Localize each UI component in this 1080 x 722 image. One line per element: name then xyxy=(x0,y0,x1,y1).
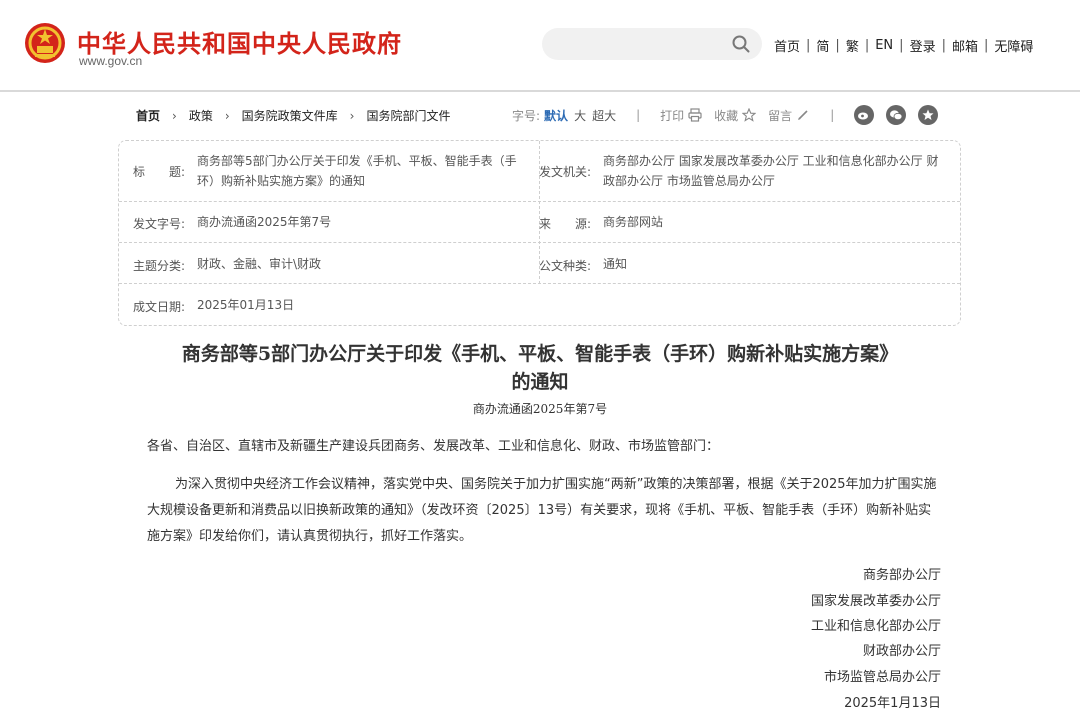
meta-title-value: 商务部等5部门办公厅关于印发《手机、平板、智能手表（手环）购新补贴实施方案》的通… xyxy=(197,154,517,188)
pencil-icon xyxy=(798,110,808,120)
separator: | xyxy=(899,38,904,53)
signatory: 商务部办公厅 xyxy=(862,568,941,583)
breadcrumb-policy[interactable]: 政策 xyxy=(189,107,213,124)
separator: | xyxy=(864,38,870,53)
link-home[interactable]: 首页 xyxy=(774,36,800,55)
breadcrumb-policy-library[interactable]: 国务院政策文件库 xyxy=(242,107,338,124)
wechat-icon[interactable] xyxy=(886,105,907,125)
separator: | xyxy=(941,38,946,53)
article-body: 为深入贯彻中央经济工作会议精神，落实党中央、国务院关于加力扩围实施“两新”政策的… xyxy=(147,477,937,544)
meta-issuer-value: 商务部办公厅 国家发展改革委办公厅 工业和信息化部办公厅 财政部办公厅 市场监管… xyxy=(603,154,939,188)
link-mail[interactable]: 邮箱 xyxy=(952,36,978,55)
signatory: 国家发展改革委办公厅 xyxy=(810,594,941,609)
signatory: 财政部办公厅 xyxy=(862,644,941,659)
meta-issuer-label: 发文机关: xyxy=(539,165,592,179)
comment-label: 留言 xyxy=(768,108,793,123)
meta-row-title: 标 题: 商务部等5部门办公厅关于印发《手机、平板、智能手表（手环）购新补贴实施… xyxy=(119,141,960,202)
site-header: 中华人民共和国中央人民政府 www.gov.cn 首页 | 简 | 繁 | EN… xyxy=(0,0,1080,92)
meta-docno-label: 发文字号: xyxy=(133,217,186,231)
font-size-default[interactable]: 默认 xyxy=(544,107,568,124)
article-title-line2: 的通知 xyxy=(511,371,569,393)
sign-date: 2025年1月13日 xyxy=(844,696,941,711)
divider: | xyxy=(830,108,835,122)
meta-kind-label: 公文种类: xyxy=(539,259,592,273)
font-size-xlarge[interactable]: 超大 xyxy=(592,107,616,124)
meta-topic-label: 主题分类: xyxy=(133,259,186,273)
link-english[interactable]: EN xyxy=(875,38,893,53)
breadcrumb-home[interactable]: 首页 xyxy=(136,107,160,124)
document-metadata: 标 题: 商务部等5部门办公厅关于印发《手机、平板、智能手表（手环）购新补贴实施… xyxy=(118,140,961,326)
search-icon[interactable] xyxy=(732,35,750,53)
link-traditional[interactable]: 繁 xyxy=(846,36,859,55)
meta-row-date: 成文日期: 2025年01月13日 xyxy=(119,284,960,325)
signatory: 工业和信息化部办公厅 xyxy=(810,619,941,634)
site-url: www.gov.cn xyxy=(79,54,143,68)
star-icon xyxy=(742,108,757,122)
meta-title-label: 标 题: xyxy=(133,165,186,179)
font-size-large[interactable]: 大 xyxy=(574,107,586,124)
article-toolbar: 字号: 默认 大 超大 | 打印 收藏 留言 | xyxy=(512,104,950,126)
separator: | xyxy=(983,38,989,53)
article-title-line1: 商务部等5部门办公厅关于印发《手机、平板、智能手表（手环）购新补贴实施方案》 xyxy=(181,343,899,365)
article-doc-number: 商办流通函2025年第7号 xyxy=(472,402,608,416)
meta-date-value: 2025年01月13日 xyxy=(197,298,295,312)
chevron-right-icon: › xyxy=(172,108,177,123)
divider: | xyxy=(636,108,641,122)
meta-kind-value: 通知 xyxy=(603,257,628,271)
favorite-label: 收藏 xyxy=(714,108,739,123)
favorite-button[interactable]: 收藏 xyxy=(714,107,757,124)
meta-source-label: 来 源: xyxy=(539,217,592,231)
print-button[interactable]: 打印 xyxy=(660,107,702,124)
link-accessibility[interactable]: 无障碍 xyxy=(994,36,1033,55)
article-title: 商务部等5部门办公厅关于印发《手机、平板、智能手表（手环）购新补贴实施方案》 的… xyxy=(130,340,950,396)
search-input[interactable] xyxy=(542,28,762,60)
separator: | xyxy=(806,38,811,53)
comment-button[interactable]: 留言 xyxy=(768,107,810,124)
meta-topic-value: 财政、金融、审计\财政 xyxy=(197,257,322,271)
link-login[interactable]: 登录 xyxy=(910,36,936,55)
national-emblem-icon[interactable] xyxy=(24,22,66,64)
breadcrumb: 首页 › 政策 › 国务院政策文件库 › 国务院部门文件 xyxy=(136,107,451,124)
signatory: 市场监管总局办公厅 xyxy=(823,670,941,685)
chevron-right-icon: › xyxy=(349,108,355,123)
header-divider xyxy=(0,90,1080,92)
meta-date-label: 成文日期: xyxy=(133,300,186,314)
meta-docno-value: 商办流通函2025年第7号 xyxy=(197,215,332,229)
link-simplified[interactable]: 简 xyxy=(816,36,829,55)
separator: | xyxy=(835,38,840,53)
printer-icon xyxy=(688,108,702,122)
chevron-right-icon: › xyxy=(224,108,230,123)
favorites-icon[interactable] xyxy=(918,105,939,125)
weibo-icon[interactable] xyxy=(854,105,875,125)
article-salutation: 各省、自治区、直辖市及新疆生产建设兵团商务、发展改革、工业和信息化、财政、市场监… xyxy=(147,439,720,454)
meta-row-topic: 主题分类: 财政、金融、审计\财政 公文种类: 通知 xyxy=(119,243,960,284)
print-label: 打印 xyxy=(660,108,685,123)
top-links: 首页 | 简 | 繁 | EN | 登录 | 邮箱 | 无障碍 xyxy=(774,36,1033,55)
font-size-label: 字号: xyxy=(512,108,541,123)
breadcrumb-department-docs[interactable]: 国务院部门文件 xyxy=(366,107,450,124)
meta-source-value: 商务部网站 xyxy=(603,215,664,229)
meta-row-docno: 发文字号: 商办流通函2025年第7号 来 源: 商务部网站 xyxy=(119,202,960,243)
